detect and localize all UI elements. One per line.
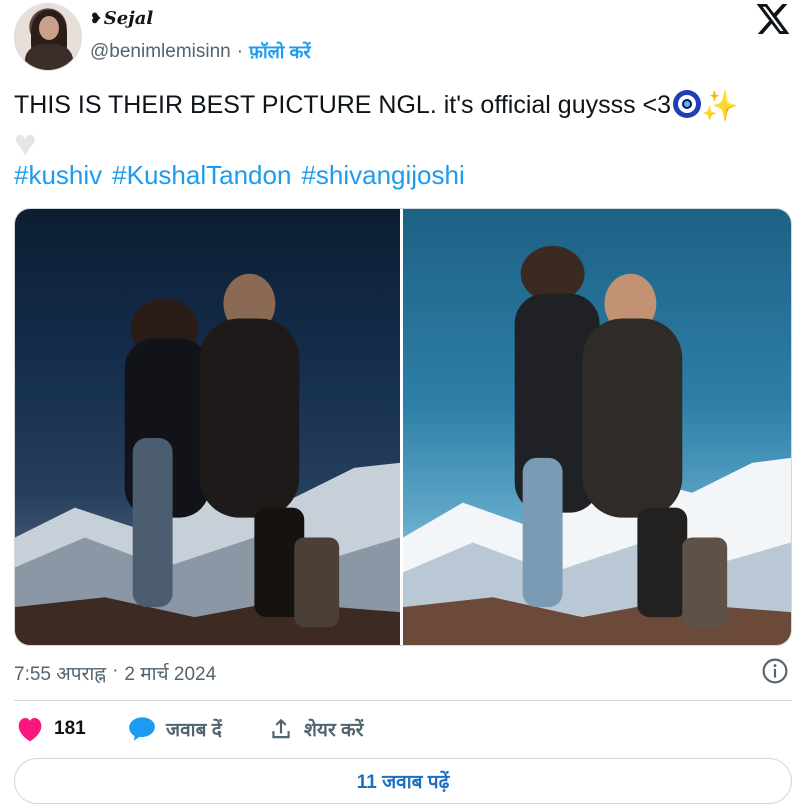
black-heart-icon: ❥ xyxy=(90,10,102,27)
avatar[interactable] xyxy=(14,3,82,71)
author-display-name: Sejal xyxy=(103,8,154,29)
like-button[interactable]: 181 xyxy=(16,716,128,742)
read-replies-button[interactable]: 11 जवाब पढ़ें xyxy=(14,758,792,804)
photo-edited[interactable] xyxy=(403,209,791,645)
tweet-body: THIS IS THEIR BEST PICTURE NGL. it's off… xyxy=(14,91,672,119)
reply-bubble-icon xyxy=(129,717,155,741)
x-logo-icon[interactable] xyxy=(756,4,790,34)
like-count: 181 xyxy=(54,718,86,739)
avatar-face xyxy=(39,16,59,40)
media-grid xyxy=(14,208,792,646)
sparkles-icon: ✨ xyxy=(701,90,739,123)
hashtag-link[interactable]: #kushiv xyxy=(14,160,102,191)
handle-row: @benimlemisinn · फ़ॉलो करें xyxy=(90,40,311,64)
author-name[interactable]: ❥ Sejal xyxy=(90,8,153,29)
white-heart-icon: ♥ xyxy=(14,123,37,165)
meta-separator: · xyxy=(112,660,119,681)
mountain-couple-image xyxy=(15,273,400,645)
reply-label: जवाब दें xyxy=(166,720,222,741)
tweet-text: THIS IS THEIR BEST PICTURE NGL. it's off… xyxy=(14,86,794,164)
reply-button[interactable]: जवाब दें xyxy=(128,716,268,742)
hashtags: #kushiv #KushalTandon #shivangijoshi xyxy=(14,160,465,191)
hashtag-link[interactable]: #KushalTandon xyxy=(112,160,291,191)
info-icon[interactable] xyxy=(762,658,788,684)
tweet-time: 7:55 अपराह्न xyxy=(14,664,107,685)
tweet-timestamp[interactable]: 7:55 अपराह्न · 2 मार्च 2024 xyxy=(14,660,216,686)
hashtag-link[interactable]: #shivangijoshi xyxy=(301,160,464,191)
follow-button[interactable]: फ़ॉलो करें xyxy=(249,40,311,64)
mountain-couple-image-edited xyxy=(403,245,791,645)
heart-icon xyxy=(18,718,42,742)
nazar-amulet-icon xyxy=(673,90,702,118)
avatar-body xyxy=(25,44,73,70)
share-label: शेयर करें xyxy=(304,720,364,741)
author-handle[interactable]: @benimlemisinn xyxy=(90,41,231,63)
divider xyxy=(14,700,792,701)
share-button[interactable]: शेयर करें xyxy=(268,716,363,742)
action-bar: 181 जवाब दें शेयर करें xyxy=(16,716,363,742)
photo-original[interactable] xyxy=(15,209,400,645)
handle-separator: · xyxy=(236,41,244,62)
share-icon xyxy=(272,718,290,739)
tweet-date: 2 मार्च 2024 xyxy=(124,664,217,685)
